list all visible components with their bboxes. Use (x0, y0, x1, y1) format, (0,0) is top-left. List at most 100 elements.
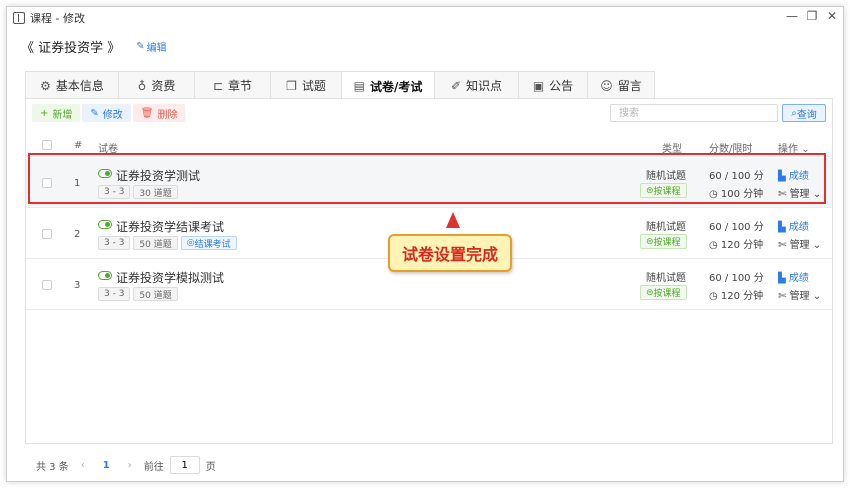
tab-label: 资费 (151, 79, 176, 93)
time-limit-value: 120 分钟 (720, 291, 764, 302)
edit-course-link[interactable]: ✎ 编辑 (136, 39, 166, 54)
score-text: 60 / 100 分 (709, 222, 764, 233)
score-text: 60 / 100 分 (709, 273, 764, 284)
tab-label: 公告 (549, 79, 574, 93)
tab-messages[interactable]: ☺ 留言 (587, 71, 655, 99)
tab-basic-info[interactable]: ⚙ 基本信息 (25, 71, 119, 99)
total-count: 共 3 条 (36, 461, 69, 473)
tab-fees[interactable]: ♁ 资费 (118, 71, 195, 99)
pencil-icon: ✎ (136, 41, 145, 52)
row-tags: 3 - 3 50 道题 (98, 287, 181, 301)
final-exam-label: 结课考试 (194, 239, 231, 250)
chart-icon: ▙ (778, 273, 789, 284)
close-button[interactable]: ✕ (823, 9, 841, 23)
count-tag: 50 道题 (133, 287, 178, 301)
search-input[interactable] (610, 104, 778, 122)
time-limit: ◷ 120 分钟 (709, 236, 763, 251)
new-label: 新增 (52, 109, 73, 121)
manage-label: 管理 (789, 240, 810, 251)
manage-dropdown[interactable]: ✄ 管理 ⌄ (778, 287, 821, 302)
edit-label: 修改 (102, 109, 123, 121)
row-tags: 3 - 3 50 道题 ◎ 结课考试 (98, 236, 240, 250)
tab-exams[interactable]: ▤ 试卷/考试 (341, 71, 435, 100)
tab-chapters[interactable]: ⊏ 章节 (194, 71, 271, 99)
time-limit-value: 120 分钟 (720, 240, 764, 251)
window-title: 课程 - 修改 (30, 12, 85, 25)
manage-label: 管理 (789, 291, 810, 302)
results-label: 成绩 (788, 273, 809, 284)
edit-button[interactable]: ✎ 修改 (82, 104, 131, 122)
wrench-icon: ✄ (778, 240, 790, 251)
knowledge-icon: ✐ (450, 78, 462, 93)
chevron-down-icon: ⌄ (812, 240, 822, 251)
exam-title: 证券投资学模拟测试 (116, 271, 225, 285)
arrow-up-icon (446, 212, 460, 228)
row-checkbox[interactable] (42, 280, 52, 290)
clock-icon: ◷ (709, 291, 721, 302)
toolbar: + 新增 ✎ 修改 🗑 删除 (32, 104, 187, 122)
next-page-button[interactable]: › (128, 460, 132, 471)
tab-knowledge[interactable]: ✐ 知识点 (434, 71, 519, 99)
by-course-tag: ⊜ 按课程 (640, 234, 687, 249)
results-link[interactable]: ▙ 成绩 (778, 218, 809, 233)
tab-label: 留言 (617, 79, 642, 93)
tab-questions[interactable]: ❐ 试题 (270, 71, 342, 99)
toggle-switch[interactable] (98, 220, 112, 229)
delete-button[interactable]: 🗑 删除 (132, 104, 186, 122)
time-limit: ◷ 120 分钟 (709, 287, 763, 302)
course-header: 《 证券投资学 》 ✎ 编辑 (21, 37, 167, 56)
manage-dropdown[interactable]: ✄ 管理 ⌄ (778, 236, 821, 251)
results-link[interactable]: ▙ 成绩 (778, 269, 809, 284)
gear-icon: ⚙ (40, 78, 51, 93)
tab-label: 试题 (301, 79, 326, 93)
money-bag-icon: ♁ (137, 78, 147, 93)
row-checkbox[interactable] (42, 229, 52, 239)
page-suffix: 页 (205, 461, 216, 473)
row-number: 2 (74, 229, 81, 240)
trash-icon: 🗑 (140, 107, 154, 119)
course-title: 《 证券投资学 》 (21, 41, 121, 56)
tab-label: 章节 (228, 79, 253, 93)
exam-title: 证券投资学结课考试 (116, 220, 225, 234)
by-course-label: 按课程 (653, 289, 681, 299)
title-bar: 课程 - 修改 — ❐ ✕ (7, 7, 843, 29)
book-icon (13, 12, 25, 24)
prev-page-button[interactable]: ‹ (81, 460, 85, 471)
results-label: 成绩 (788, 222, 809, 233)
question-icon: ❐ (286, 78, 297, 93)
message-icon: ☺ (600, 78, 613, 93)
callout-note: 试卷设置完成 (388, 234, 512, 272)
row-number: 3 (74, 280, 81, 291)
select-all-checkbox[interactable] (42, 140, 52, 150)
wrench-icon: ✄ (778, 291, 790, 302)
tab-notices[interactable]: ▣ 公告 (518, 71, 588, 99)
by-course-tag: ⊜ 按课程 (640, 285, 687, 300)
highlight-box (28, 153, 826, 204)
by-course-label: 按课程 (653, 238, 681, 248)
minimize-button[interactable]: — (783, 9, 801, 23)
clock-icon: ◷ (709, 240, 721, 251)
restore-button[interactable]: ❐ (803, 9, 821, 23)
tab-label: 知识点 (466, 79, 503, 93)
goto-page-input[interactable] (169, 456, 200, 474)
range-tag: 3 - 3 (98, 287, 131, 301)
current-page[interactable]: 1 (103, 460, 110, 471)
edit-course-label: 编辑 (146, 43, 167, 54)
exam-type: 随机试题 (646, 273, 686, 284)
exam-type: 随机试题 (646, 222, 686, 233)
new-button[interactable]: + 新增 (32, 104, 81, 122)
range-tag: 3 - 3 (98, 236, 131, 250)
chevron-down-icon: ⌄ (812, 291, 822, 302)
cart-icon: ⊜ (646, 287, 654, 298)
final-exam-icon: ◎ (186, 238, 195, 248)
pagination: 共 3 条 ‹ 1 › 前往 页 (36, 456, 216, 474)
search-button[interactable]: ⌕ 查询 (782, 104, 826, 122)
toggle-switch[interactable] (98, 271, 112, 280)
notice-icon: ▣ (532, 78, 545, 93)
header-num: # (74, 140, 83, 151)
exam-paper-icon: ▤ (353, 79, 365, 93)
plus-icon: + (40, 107, 49, 119)
chapter-icon: ⊏ (212, 78, 224, 93)
goto-label: 前往 (143, 461, 164, 473)
tab-label: 试卷/考试 (369, 79, 423, 94)
